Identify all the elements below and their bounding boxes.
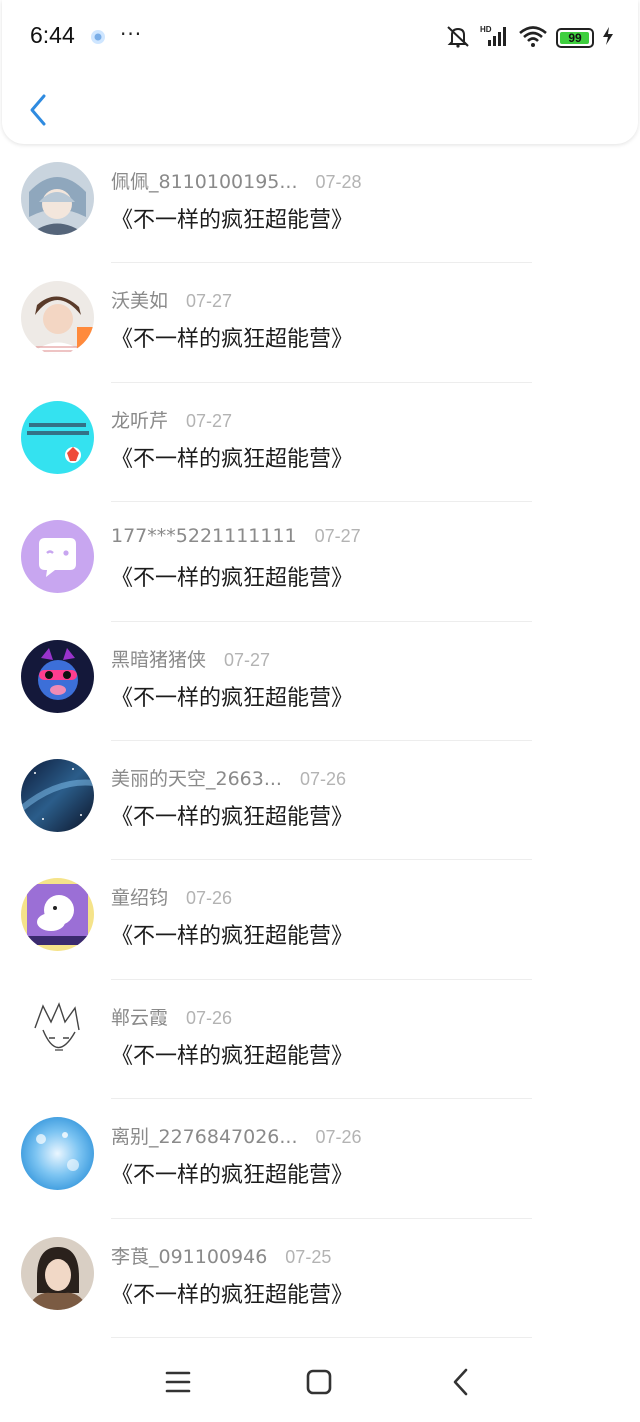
user-name[interactable]: 黑暗猪猪侠 xyxy=(111,645,206,672)
avatar[interactable] xyxy=(21,878,94,952)
status-time: 6:44 xyxy=(30,22,75,48)
user-name[interactable]: 李莨_091100946 xyxy=(111,1242,267,1269)
user-name[interactable]: 佩佩_8110100195... xyxy=(111,167,298,194)
item-date: 07-25 xyxy=(285,1246,332,1267)
back-arrow-icon xyxy=(30,94,46,126)
battery-icon: 99 xyxy=(556,28,594,48)
list-item[interactable]: 离别_2276847026... 07-26 《不一样的疯狂超能营》 xyxy=(0,1099,640,1219)
item-title[interactable]: 《不一样的疯狂超能营》 xyxy=(111,1157,353,1189)
user-name[interactable]: 郸云霞 xyxy=(111,1003,168,1030)
item-date: 07-26 xyxy=(299,768,347,789)
item-date: 07-27 xyxy=(186,291,233,312)
avatar[interactable] xyxy=(21,997,94,1071)
comment-list: 佩佩_8110100195... 07-28 《不一样的疯狂超能营》 沃美如 0… xyxy=(0,144,640,1338)
list-item[interactable]: 美丽的天空_2663... 07-26 《不一样的疯狂超能营》 xyxy=(0,741,640,861)
item-title[interactable]: 《不一样的疯狂超能营》 xyxy=(111,1038,353,1070)
user-name[interactable]: 沃美如 xyxy=(111,286,168,313)
item-title[interactable]: 《不一样的疯狂超能营》 xyxy=(111,202,353,234)
item-title[interactable]: 《不一样的疯狂超能营》 xyxy=(111,441,353,473)
back-button[interactable] xyxy=(24,90,54,130)
item-date: 07-27 xyxy=(186,410,233,431)
app-notification-icon xyxy=(90,29,106,45)
user-name[interactable]: 龙听芹 xyxy=(111,406,168,433)
list-item[interactable]: 沃美如 07-27 《不一样的疯狂超能营》 xyxy=(0,263,640,383)
square-icon xyxy=(306,1369,332,1395)
item-meta: 佩佩_8110100195... 07-28 xyxy=(111,167,362,194)
top-bar: 6:44 ··· HD 99 xyxy=(2,0,638,144)
item-date: 07-27 xyxy=(314,526,361,547)
list-item[interactable]: 佩佩_8110100195... 07-28 《不一样的疯狂超能营》 xyxy=(0,144,640,264)
avatar[interactable] xyxy=(21,1236,94,1310)
list-item[interactable]: 黑暗猪猪侠 07-27 《不一样的疯狂超能营》 xyxy=(0,622,640,741)
user-name[interactable]: 童绍钧 xyxy=(111,883,168,910)
system-navigation-bar xyxy=(0,1340,640,1422)
status-bar: 6:44 ··· HD 99 xyxy=(2,0,638,76)
home-button[interactable] xyxy=(299,1362,339,1402)
avatar[interactable] xyxy=(21,162,94,235)
menu-icon xyxy=(165,1371,191,1393)
item-meta: 童绍钧 07-26 xyxy=(111,883,232,910)
list-item[interactable]: 郸云霞 07-26 《不一样的疯狂超能营》 xyxy=(0,980,640,1100)
item-meta: 李莨_091100946 07-25 xyxy=(111,1242,331,1269)
item-meta: 离别_2276847026... 07-26 xyxy=(111,1122,362,1149)
list-item[interactable]: 童绍钧 07-26 《不一样的疯狂超能营》 xyxy=(0,860,640,980)
avatar[interactable] xyxy=(21,520,94,594)
item-date: 07-26 xyxy=(315,1127,362,1148)
system-back-button[interactable] xyxy=(441,1362,481,1402)
item-date: 07-26 xyxy=(186,888,233,909)
item-title[interactable]: 《不一样的疯狂超能营》 xyxy=(111,799,353,831)
item-title[interactable]: 《不一样的疯狂超能营》 xyxy=(111,680,353,712)
list-item[interactable]: 李莨_091100946 07-25 《不一样的疯狂超能营》 xyxy=(0,1219,640,1338)
user-name[interactable]: 离别_2276847026... xyxy=(111,1122,298,1149)
item-date: 07-27 xyxy=(224,649,271,670)
avatar[interactable] xyxy=(21,281,94,355)
back-chevron-icon xyxy=(453,1368,468,1396)
svg-text:HD: HD xyxy=(480,25,492,34)
charging-icon xyxy=(602,26,614,50)
list-item[interactable]: 龙听芹 07-27 《不一样的疯狂超能营》 xyxy=(0,383,640,503)
divider xyxy=(111,1336,532,1338)
avatar[interactable] xyxy=(21,639,94,713)
more-notifications-icon: ··· xyxy=(120,22,143,46)
mute-icon xyxy=(444,24,472,52)
wifi-icon xyxy=(518,24,548,52)
item-meta: 美丽的天空_2663... 07-26 xyxy=(111,764,346,791)
signal-icon: HD xyxy=(480,24,510,52)
battery-level: 99 xyxy=(568,31,582,45)
item-date: 07-26 xyxy=(186,1007,233,1028)
recent-apps-button[interactable] xyxy=(158,1362,198,1402)
item-title[interactable]: 《不一样的疯狂超能营》 xyxy=(111,560,353,592)
user-name[interactable]: 177***5221111111 xyxy=(111,525,297,547)
item-title[interactable]: 《不一样的疯狂超能营》 xyxy=(111,321,353,353)
item-date: 07-28 xyxy=(315,172,362,192)
user-name[interactable]: 美丽的天空_2663... xyxy=(111,764,282,791)
list-item[interactable]: 177***5221111111 07-27 《不一样的疯狂超能营》 xyxy=(0,502,640,622)
avatar[interactable] xyxy=(21,1117,94,1191)
avatar[interactable] xyxy=(21,758,94,832)
item-title[interactable]: 《不一样的疯狂超能营》 xyxy=(111,1277,353,1309)
status-icons: HD 99 xyxy=(444,24,614,52)
avatar[interactable] xyxy=(21,400,94,474)
item-meta: 郸云霞 07-26 xyxy=(111,1003,232,1030)
item-meta: 177***5221111111 07-27 xyxy=(111,525,361,547)
item-title[interactable]: 《不一样的疯狂超能营》 xyxy=(111,918,353,950)
item-meta: 龙听芹 07-27 xyxy=(111,406,232,433)
item-meta: 黑暗猪猪侠 07-27 xyxy=(111,645,270,672)
item-meta: 沃美如 07-27 xyxy=(111,286,232,313)
